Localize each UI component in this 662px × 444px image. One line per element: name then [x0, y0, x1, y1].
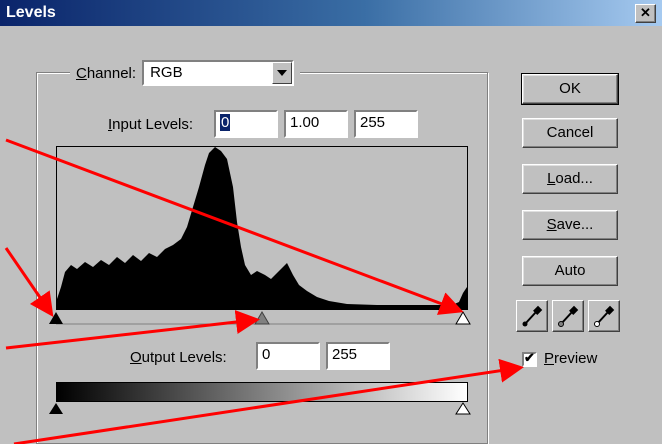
- save-button[interactable]: Save...: [522, 210, 618, 240]
- channel-label: Channel:: [76, 64, 137, 82]
- levels-dialog: Levels ✕ Channel: RGB Input Levels: 0 1.…: [0, 0, 662, 444]
- channel-row: Channel: RGB: [70, 60, 301, 86]
- preview-label[interactable]: Preview: [544, 350, 597, 367]
- channel-value: RGB: [150, 64, 183, 81]
- preview-checkbox[interactable]: ✔: [522, 350, 537, 367]
- histogram: [56, 146, 468, 310]
- black-eyedropper-button[interactable]: [516, 300, 548, 332]
- black-eyedropper-icon: [522, 305, 543, 327]
- white-eyedropper-icon: [594, 305, 615, 327]
- channel-select[interactable]: RGB: [142, 60, 295, 86]
- gray-eyedropper-icon: [558, 305, 579, 327]
- input-levels-label: Input Levels:: [108, 116, 194, 133]
- output-white-field[interactable]: 255: [326, 342, 390, 370]
- output-black-field[interactable]: 0: [256, 342, 320, 370]
- auto-button[interactable]: Auto: [522, 256, 618, 286]
- chevron-down-icon[interactable]: [272, 62, 293, 84]
- window-title: Levels: [6, 4, 56, 21]
- input-black-field[interactable]: 0: [214, 110, 278, 138]
- input-gamma-field[interactable]: 1.00: [284, 110, 348, 138]
- load-button[interactable]: Load...: [522, 164, 618, 194]
- output-gradient-bar: [56, 382, 468, 402]
- histogram-graph: [57, 147, 467, 309]
- close-button[interactable]: ✕: [635, 4, 656, 23]
- ok-button[interactable]: OK: [521, 73, 619, 105]
- title-bar: Levels ✕: [0, 0, 662, 26]
- output-levels-label: Output Levels:: [130, 349, 227, 366]
- close-icon: ✕: [640, 5, 651, 20]
- input-white-field[interactable]: 255: [354, 110, 418, 138]
- checkmark-icon: ✔: [524, 350, 535, 365]
- cancel-button[interactable]: Cancel: [522, 118, 618, 148]
- gray-eyedropper-button[interactable]: [552, 300, 584, 332]
- white-eyedropper-button[interactable]: [588, 300, 620, 332]
